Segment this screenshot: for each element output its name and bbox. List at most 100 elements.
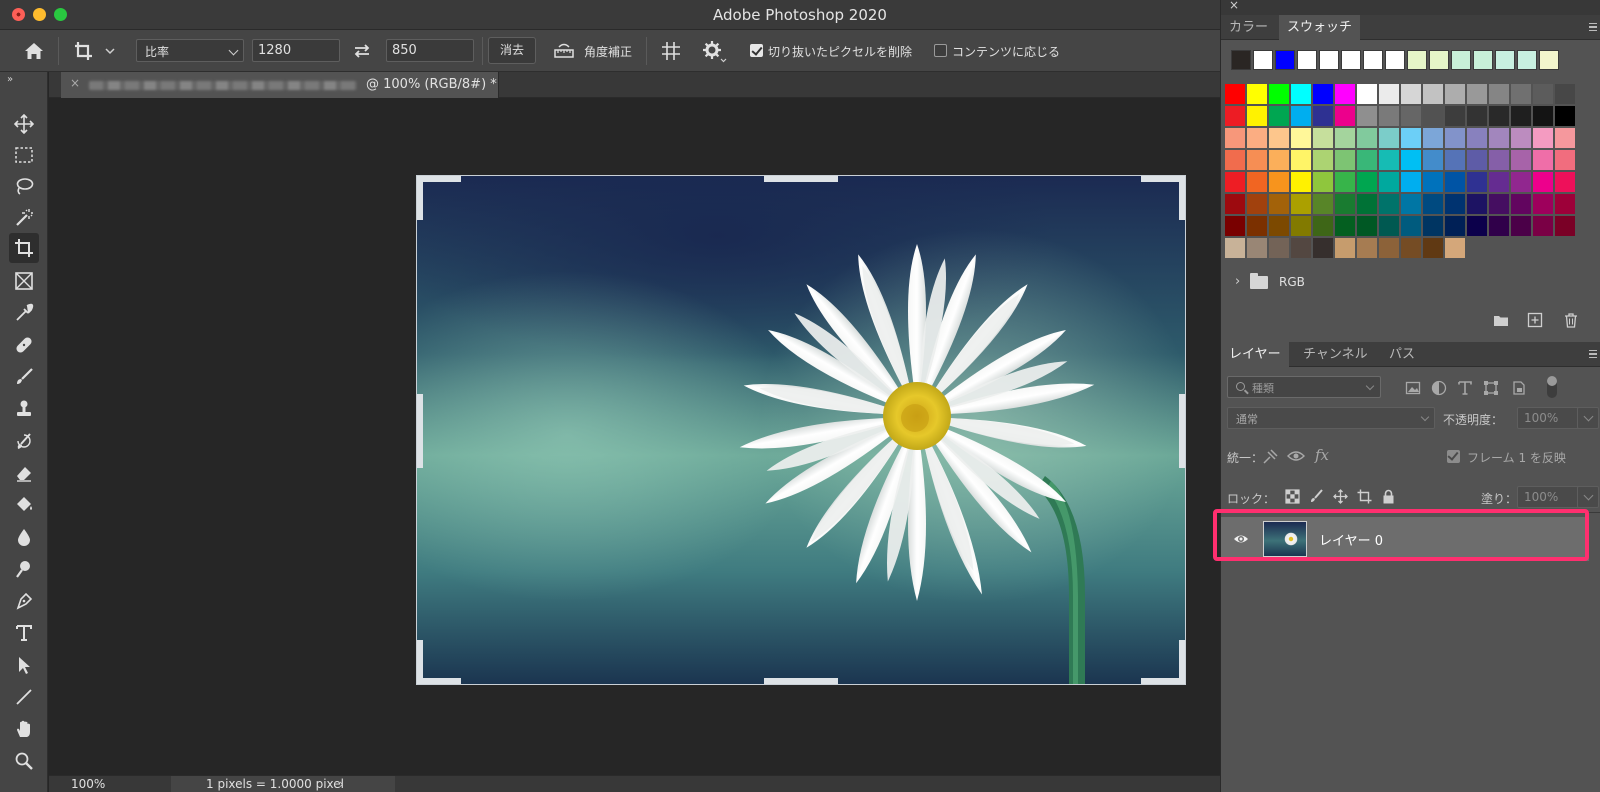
crop-tool[interactable] [9,233,39,263]
color-swatch[interactable] [1269,238,1289,258]
color-swatch[interactable] [1247,194,1267,214]
filter-adjustment-icon[interactable] [1431,380,1447,396]
hand-tool[interactable] [9,714,39,744]
color-swatch[interactable] [1467,84,1487,104]
color-swatch[interactable] [1511,84,1531,104]
crop-handle-bottom-left-v[interactable] [417,640,423,684]
color-swatch[interactable] [1489,216,1509,236]
collapse-toolbar-icon[interactable]: » [7,74,13,85]
brush-tool[interactable] [9,362,39,392]
color-swatch[interactable] [1533,194,1553,214]
color-swatch[interactable] [1423,216,1443,236]
lock-all-icon[interactable] [1381,489,1396,504]
color-swatch[interactable] [1555,128,1575,148]
content-aware-label[interactable]: コンテンツに応じる [952,43,1060,60]
color-swatch[interactable] [1379,238,1399,258]
color-swatch[interactable] [1379,172,1399,192]
close-icon[interactable]: × [70,76,80,90]
color-swatch[interactable] [1401,172,1421,192]
color-swatch[interactable] [1423,194,1443,214]
color-swatch[interactable] [1247,128,1267,148]
lock-artboard-icon[interactable] [1357,489,1372,504]
color-swatch[interactable] [1225,150,1245,170]
color-swatch[interactable] [1313,106,1333,126]
unify-style-icon[interactable]: fx [1315,446,1329,464]
color-swatch[interactable] [1313,238,1333,258]
color-swatch[interactable] [1489,194,1509,214]
panel-menu-icon[interactable] [1589,350,1597,358]
crop-handle-top-left[interactable] [417,176,461,182]
recent-swatch[interactable] [1275,50,1295,70]
color-swatch[interactable] [1335,216,1355,236]
zoom-level[interactable]: 100% [61,776,131,792]
fill-slider-toggle[interactable] [1577,486,1599,508]
color-swatch[interactable] [1555,150,1575,170]
color-swatch[interactable] [1555,216,1575,236]
color-swatch[interactable] [1555,106,1575,126]
grid-overlay-icon[interactable] [660,40,682,62]
color-swatch[interactable] [1533,106,1553,126]
lasso-tool[interactable] [9,171,39,201]
color-swatch[interactable] [1269,106,1289,126]
color-swatch[interactable] [1533,172,1553,192]
pen-tool[interactable] [9,586,39,616]
color-swatch[interactable] [1423,150,1443,170]
color-swatch[interactable] [1467,128,1487,148]
opacity-field[interactable]: 100% [1517,407,1581,429]
color-swatch[interactable] [1533,150,1553,170]
color-swatch[interactable] [1357,84,1377,104]
color-swatch[interactable] [1555,194,1575,214]
color-swatch[interactable] [1445,106,1465,126]
color-swatch[interactable] [1467,150,1487,170]
color-swatch[interactable] [1445,128,1465,148]
new-group-folder-icon[interactable] [1493,312,1509,328]
dodge-tool[interactable] [9,554,39,584]
filter-smart-object-icon[interactable] [1511,380,1527,396]
gear-icon[interactable] [702,40,728,64]
color-swatch[interactable] [1445,194,1465,214]
color-swatch[interactable] [1401,150,1421,170]
color-swatch[interactable] [1379,150,1399,170]
chevron-right-icon[interactable]: › [339,776,344,792]
color-swatch[interactable] [1313,84,1333,104]
fill-field[interactable]: 100% [1517,486,1581,508]
color-swatch[interactable] [1269,84,1289,104]
color-swatch[interactable] [1225,106,1245,126]
color-swatch[interactable] [1489,128,1509,148]
crop-handle-left[interactable] [417,394,423,468]
color-swatch[interactable] [1401,128,1421,148]
filter-pixel-icon[interactable] [1405,380,1421,396]
color-swatch[interactable] [1445,238,1465,258]
swap-dimensions-icon[interactable] [352,41,372,61]
line-tool[interactable] [9,682,39,712]
color-swatch[interactable] [1401,238,1421,258]
color-swatch[interactable] [1379,216,1399,236]
color-swatch[interactable] [1247,106,1267,126]
color-swatch[interactable] [1335,106,1355,126]
eraser-tool[interactable] [9,458,39,488]
color-swatch[interactable] [1291,194,1311,214]
color-swatch[interactable] [1291,216,1311,236]
color-swatch[interactable] [1401,216,1421,236]
propagate-frame-checkbox[interactable] [1447,450,1460,463]
color-swatch[interactable] [1357,172,1377,192]
color-swatch[interactable] [1379,84,1399,104]
color-swatch[interactable] [1489,172,1509,192]
color-swatch[interactable] [1225,128,1245,148]
color-swatch[interactable] [1533,128,1553,148]
width-field[interactable]: 1280 [252,39,340,62]
color-swatch[interactable] [1313,172,1333,192]
recent-swatch[interactable] [1253,50,1273,70]
crop-handle-top-right-v[interactable] [1179,176,1185,220]
color-swatch[interactable] [1335,150,1355,170]
color-swatch[interactable] [1335,172,1355,192]
color-swatch[interactable] [1313,128,1333,148]
color-swatch[interactable] [1445,84,1465,104]
filter-shape-icon[interactable] [1483,380,1499,396]
recent-swatch[interactable] [1231,50,1251,70]
swatch-folder-rgb[interactable]: › RGB [1225,270,1597,298]
paint-bucket-tool[interactable] [9,490,39,520]
delete-cropped-checkbox[interactable] [750,44,763,57]
panel-menu-icon[interactable] [1589,23,1597,31]
crop-preset-icon[interactable] [72,39,122,63]
